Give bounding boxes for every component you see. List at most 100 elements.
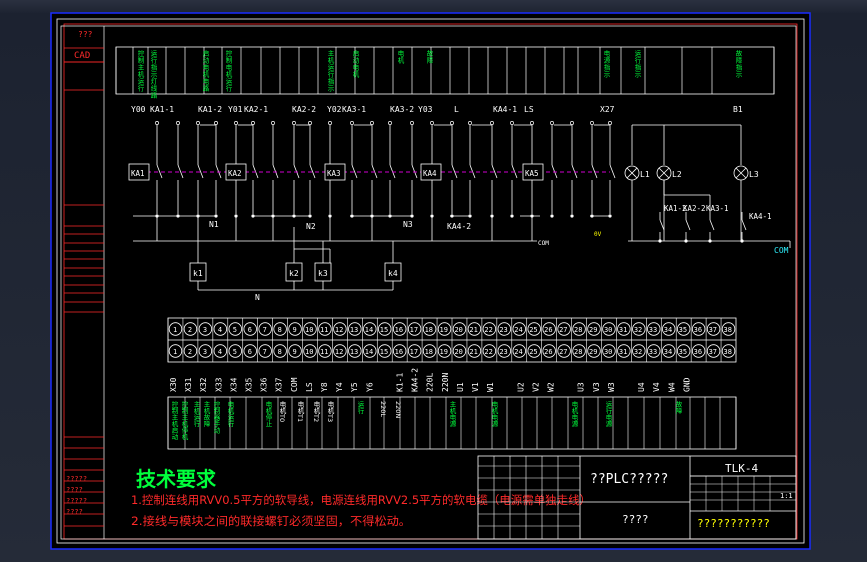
bottom-label: 主机运行 (192, 400, 200, 429)
terminal-number: 33 (649, 348, 657, 356)
contact-label-y02: Y02 (327, 105, 342, 114)
terminal-number: 13 (350, 326, 358, 334)
terminal-number: 10 (305, 326, 313, 334)
terminal-number: 28 (574, 348, 582, 356)
terminal-number: 34 (664, 348, 672, 356)
motor-coil-label-k2: k2 (289, 269, 299, 278)
terminal-number: 13 (350, 348, 358, 356)
top-label: 运行指示 (633, 50, 641, 78)
terminal-number: 27 (559, 326, 567, 334)
terminal-number: 25 (529, 348, 537, 356)
terminal-number: 31 (619, 326, 627, 334)
contact-label-ka1-2: KA1-2 (198, 105, 222, 114)
contact-label-ka2-1: KA2-1 (244, 105, 268, 114)
terminal-number: 16 (395, 326, 403, 334)
terminal-number: 37 (709, 326, 717, 334)
terminal-number: 24 (514, 326, 522, 334)
electrical-drawing: ??? CAD ????? ???? ????? ???? 控制主机运行 运行指示… (50, 12, 811, 550)
terminal-number: 4 (218, 326, 222, 334)
label-n: N (255, 293, 260, 302)
strip-code: ??? (78, 30, 93, 39)
terminal-number: 23 (499, 348, 507, 356)
terminal-number: 33 (649, 326, 657, 334)
terminal-signal: W4 (667, 382, 676, 392)
label-com-1: COM (538, 240, 549, 247)
strip-row-1: ????? (66, 475, 87, 483)
terminal-signal: V1 (471, 382, 480, 392)
terminal-number: 38 (724, 348, 732, 356)
terminal-number: 2 (188, 326, 192, 334)
sub-contact-ka3: KA3-1 (706, 204, 729, 213)
terminal-number: 21 (469, 348, 477, 356)
terminal-number: 8 (278, 326, 282, 334)
terminal-signal: Y6 (365, 382, 374, 392)
terminal-number: 12 (335, 326, 343, 334)
contact-label-y03: Y03 (418, 105, 433, 114)
terminal-number: 36 (694, 348, 702, 356)
terminal-signal: LS (305, 382, 314, 392)
terminal-signal: KA4-2 (411, 368, 420, 392)
terminal-number: 10 (305, 348, 313, 356)
bottom-label: 电机T2 (312, 400, 320, 422)
terminal-number: 3 (203, 348, 207, 356)
relay-label-ka4: KA4 (423, 169, 437, 178)
bottom-label: 电机电源 (570, 400, 578, 429)
terminal-number: 19 (440, 326, 448, 334)
terminal-signal: X34 (229, 377, 238, 392)
terminal-signal: U3 (577, 382, 586, 392)
terminal-number: 35 (679, 348, 687, 356)
top-label: 控制主机运行 (136, 49, 144, 93)
terminal-signal: W3 (607, 382, 616, 392)
label-com-2: COM (774, 246, 789, 255)
terminal-number: 7 (263, 326, 267, 334)
top-label: 运行指示灯线路 (149, 50, 157, 100)
relay-label-ka2: KA2 (228, 169, 242, 178)
title-block-sub: ???? (622, 513, 649, 526)
title-block-scale: 1:1 (780, 492, 793, 500)
terminal-number: 27 (559, 348, 567, 356)
strip-cad: CAD (74, 51, 90, 61)
terminal-number: 3 (203, 326, 207, 334)
contact-label-b1: B1 (733, 105, 743, 114)
terminal-number: 9 (293, 326, 297, 334)
terminal-signal: V2 (531, 382, 540, 392)
terminal-number: 14 (365, 326, 373, 334)
relay-label-ka3: KA3 (327, 169, 341, 178)
junction-dot (550, 214, 554, 218)
terminal-signal: U1 (456, 382, 465, 392)
top-label: 电源指示 (602, 49, 610, 78)
terminal-number: 1 (173, 326, 177, 334)
terminal-number: 15 (380, 348, 388, 356)
contact-label-y01: Y01 (228, 105, 243, 114)
lamp-label-l1: L1 (640, 170, 650, 179)
contact-label-ka3-1: KA3-1 (342, 105, 366, 114)
top-label: 故障 (425, 49, 433, 65)
notes-line-1: 1.控制连线用RVV0.5平方的软导线，电源连线用RVV2.5平方的软电缆（电源… (131, 493, 591, 507)
bottom-label: 电机T0 (278, 400, 286, 422)
title-block-code: TLK-4 (725, 462, 758, 475)
terminal-number: 37 (709, 348, 717, 356)
top-label: 主机运行指示 (326, 49, 334, 92)
contact-label-ka1-1: KA1-1 (150, 105, 174, 114)
terminal-number: 6 (248, 326, 252, 334)
bottom-label: 控制主机启动 (170, 400, 178, 442)
sub-contact-ka2: KA2-2 (683, 204, 706, 213)
terminal-signal: Y4 (335, 382, 344, 392)
cad-viewport[interactable]: ??? CAD ????? ???? ????? ???? 控制主机运行 运行指示… (0, 0, 867, 562)
terminal-number: 20 (454, 326, 462, 334)
terminal-signal: 220N (441, 373, 450, 392)
terminal-blocks: 1122334455667788991010111112121313141415… (167, 317, 737, 363)
terminal-number: 35 (679, 326, 687, 334)
junction-dot (510, 214, 514, 218)
terminal-number: 9 (293, 348, 297, 356)
top-label: 电机 (396, 49, 404, 65)
motor-coil-label-k1: k1 (193, 269, 203, 278)
terminal-signal: X31 (184, 377, 193, 392)
terminal-signal: V4 (652, 382, 661, 392)
terminal-number: 17 (410, 326, 418, 334)
terminal-signal: W2 (547, 382, 556, 392)
bottom-label: 控制器手动 (212, 400, 220, 435)
terminal-number: 4 (218, 348, 222, 356)
terminal-number: 6 (248, 348, 252, 356)
terminal-number: 5 (233, 348, 237, 356)
